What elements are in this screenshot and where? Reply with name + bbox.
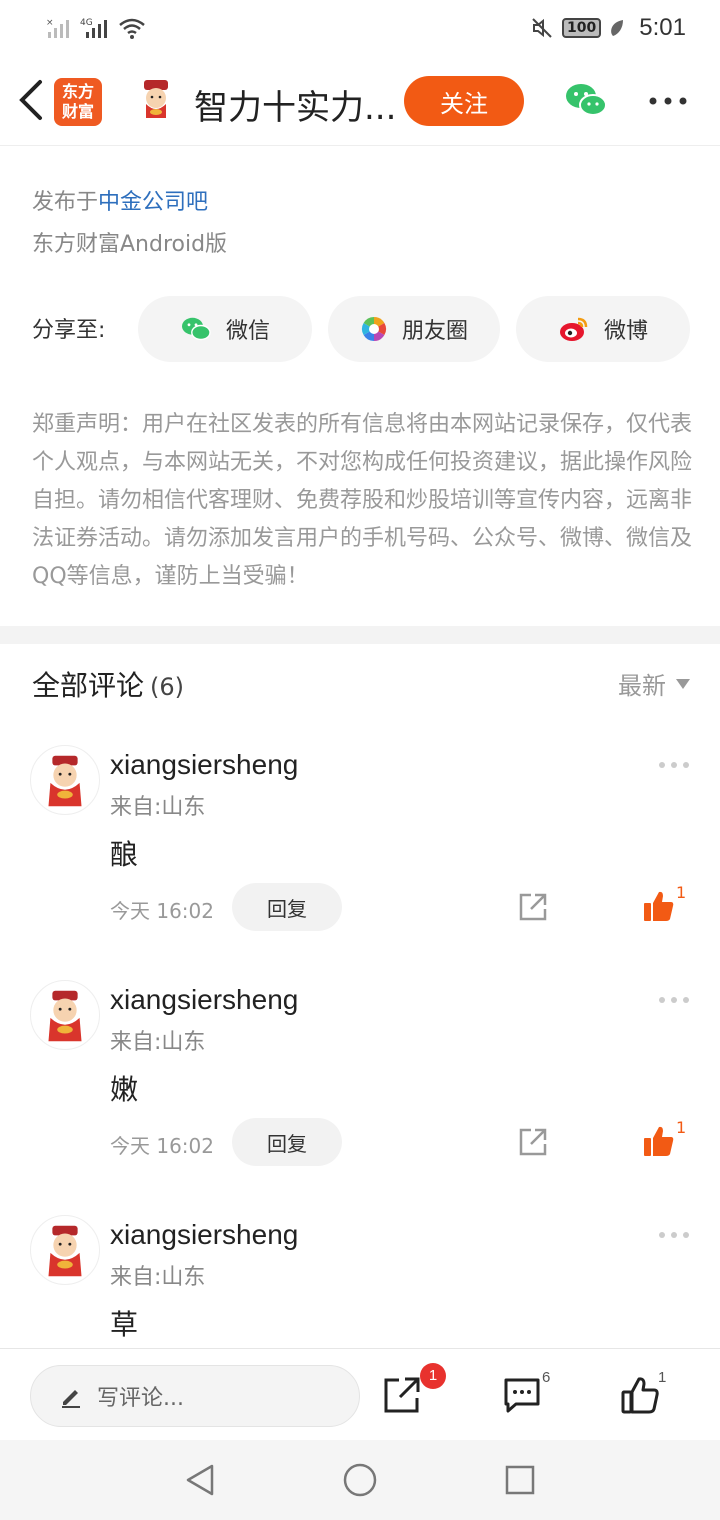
app-logo[interactable]: 东方 财富 <box>54 78 102 126</box>
nav-recents-icon[interactable] <box>502 1462 538 1498</box>
comment-time: 今天 16:02 <box>110 899 214 923</box>
sort-label: 最新 <box>618 672 666 700</box>
comment-count: 6 <box>542 1369 551 1386</box>
client-info: 东方财富Android版 <box>32 232 228 257</box>
comment-location: 来自:山东 <box>110 1265 206 1290</box>
moments-icon <box>361 317 386 341</box>
status-time: 5:01 <box>639 14 686 41</box>
comment-body: 草 <box>110 1308 139 1341</box>
comment-body: 嫩 <box>110 1073 139 1106</box>
logo-text-top: 东方 <box>61 82 94 101</box>
user-avatar[interactable] <box>30 980 100 1050</box>
status-left: × 4G <box>46 16 146 40</box>
author-avatar[interactable] <box>134 78 178 122</box>
thumbs-up-icon[interactable] <box>620 1375 660 1415</box>
triangle-down-icon <box>676 678 690 689</box>
section-divider <box>0 626 720 644</box>
share-badge: 1 <box>420 1363 446 1389</box>
comment-time: 今天 16:02 <box>110 1134 214 1158</box>
logo-text-bottom: 财富 <box>61 102 94 121</box>
signal-icon: × <box>46 18 69 38</box>
post-info: 发布于中金公司吧 东方财富Android版 <box>32 182 227 266</box>
system-nav-bar <box>0 1440 720 1520</box>
comment-item: xiangsiersheng 来自:山东 嫩 今天 16:02 回复 1 <box>0 980 720 1215</box>
battery-indicator: 100 <box>562 18 602 38</box>
comment-more-icon[interactable] <box>658 996 690 1004</box>
comments-title: 全部评论 <box>32 669 145 702</box>
reply-button[interactable]: 回复 <box>232 883 342 931</box>
share-icon[interactable] <box>517 891 549 923</box>
follow-button[interactable]: 关注 <box>404 76 524 126</box>
comments-header: 全部评论 (6) <box>32 664 184 704</box>
share-moments-button[interactable]: 朋友圈 <box>328 296 500 362</box>
mute-icon <box>532 18 552 38</box>
user-avatar[interactable] <box>30 1215 100 1285</box>
thumbs-up-icon[interactable] <box>642 1124 676 1158</box>
user-avatar[interactable] <box>30 745 100 815</box>
share-label: 分享至: <box>32 318 106 343</box>
bar-link[interactable]: 中金公司吧 <box>98 190 208 215</box>
comment-item: xiangsiersheng 来自:山东 草 <box>0 1215 720 1348</box>
post-header: 东方 财富 智力十实力... 关注 <box>0 56 720 146</box>
comment-more-icon[interactable] <box>658 761 690 769</box>
write-comment-input[interactable]: 写评论... <box>30 1365 360 1427</box>
wifi-icon <box>119 18 145 39</box>
write-comment-placeholder: 写评论... <box>97 1386 184 1411</box>
share-weibo-label: 微博 <box>603 319 648 344</box>
svg-text:×: × <box>46 18 54 28</box>
signal-4g-icon: 4G <box>80 18 107 38</box>
thumbs-up-icon[interactable] <box>642 889 676 923</box>
svg-text:4G: 4G <box>80 18 93 28</box>
share-wechat-button[interactable]: 微信 <box>138 296 312 362</box>
comment-username[interactable]: xiangsiersheng <box>110 1219 298 1251</box>
nav-back-icon[interactable] <box>182 1462 218 1498</box>
comment-location: 来自:山东 <box>110 795 206 820</box>
comment-item: xiangsiersheng 来自:山东 酿 今天 16:02 回复 1 <box>0 745 720 980</box>
comment-location: 来自:山东 <box>110 1030 206 1055</box>
bottom-action-bar: 写评论... 1 6 1 <box>0 1348 720 1440</box>
comment-icon[interactable] <box>502 1375 542 1415</box>
post-title: 智力十实力... <box>194 88 394 128</box>
comment-more-icon[interactable] <box>658 1231 690 1239</box>
share-icon[interactable] <box>382 1375 422 1415</box>
disclaimer-text: 郑重声明：用户在社区发表的所有信息将由本网站记录保存，仅代表个人观点，与本网站无… <box>32 412 693 589</box>
comment-like-count: 1 <box>676 883 687 902</box>
published-in: 发布于中金公司吧 <box>32 182 227 224</box>
wechat-icon <box>181 317 211 341</box>
comment-username[interactable]: xiangsiersheng <box>110 749 298 781</box>
sort-dropdown[interactable]: 最新 <box>618 666 690 701</box>
leaf-icon <box>611 20 624 36</box>
published-prefix: 发布于 <box>32 190 99 215</box>
pencil-icon <box>62 1390 80 1408</box>
share-weibo-button[interactable]: 微博 <box>516 296 690 362</box>
comment-body: 酿 <box>110 838 139 871</box>
reply-button[interactable]: 回复 <box>232 1118 342 1166</box>
like-count: 1 <box>658 1369 667 1386</box>
comments-count: (6) <box>150 673 185 701</box>
status-bar: × 4G 100 5:01 <box>0 0 720 56</box>
comment-username[interactable]: xiangsiersheng <box>110 984 298 1016</box>
more-options-icon[interactable] <box>648 96 688 106</box>
wechat-icon[interactable] <box>564 80 608 120</box>
weibo-icon <box>559 317 588 341</box>
share-wechat-label: 微信 <box>225 319 270 344</box>
comment-like-count: 1 <box>676 1118 687 1137</box>
nav-home-icon[interactable] <box>342 1462 378 1498</box>
share-icon[interactable] <box>517 1126 549 1158</box>
share-moments-label: 朋友圈 <box>401 319 468 344</box>
status-right: 100 5:01 <box>530 14 686 42</box>
back-arrow-icon[interactable] <box>14 78 50 122</box>
